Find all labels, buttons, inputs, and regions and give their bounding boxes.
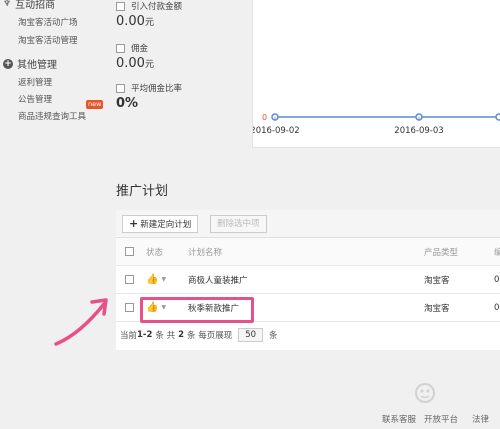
metric-payment-value: 0.00元 (116, 14, 154, 29)
table-row[interactable]: 👍 ▼ 商极人童装推广 淘宝客 0 (116, 266, 500, 294)
row-checkbox[interactable] (125, 275, 134, 284)
plus-icon: + (129, 217, 139, 230)
highlight-box (140, 297, 254, 323)
column-extra: 编 (494, 247, 500, 258)
delete-selected-button[interactable]: 删除选中项 (210, 215, 267, 233)
footer-link-open-platform[interactable]: 开放平台 (424, 413, 458, 425)
data-point (495, 113, 500, 121)
thumb-up-icon: 👍 (146, 274, 159, 285)
sidebar-item-violation-tool[interactable]: 商品违规查询工具 (18, 110, 86, 122)
x-tick-label: 2016-09-03 (394, 126, 443, 136)
new-plan-button[interactable]: + 新建定向计划 (122, 215, 199, 233)
row-checkbox[interactable] (125, 303, 134, 312)
section-title: 推广计划 (116, 184, 169, 199)
footer-link-legal[interactable]: 法律 (472, 413, 489, 425)
column-product-type: 产品类型 (424, 247, 459, 258)
plus-circle-icon: + (3, 58, 13, 69)
left-sidebar: ♆ 互动招商 淘宝客活动广场 淘宝客活动管理 + 其他管理 返利管理 公告管理 … (0, 0, 110, 140)
product-type: 淘宝客 (424, 303, 450, 314)
footer: 联系客服 开放平台 法律 (0, 408, 500, 429)
metric-rate-value: 0% (116, 96, 139, 111)
product-type: 淘宝客 (424, 275, 450, 286)
y-tick-label: 0 (262, 113, 267, 122)
sidebar-group-other[interactable]: + 其他管理 (3, 56, 57, 71)
column-plan-name: 计划名称 (188, 247, 223, 258)
sidebar-item-activity-square[interactable]: 淘宝客活动广场 (18, 16, 78, 28)
select-all-checkbox[interactable] (125, 247, 134, 256)
x-tick-label: 2016-09-02 (253, 126, 300, 136)
status-toggle[interactable]: 👍 ▼ (146, 266, 166, 293)
trophy-icon: ♆ (3, 0, 12, 9)
sidebar-item-activity-manage[interactable]: 淘宝客活动管理 (18, 34, 78, 46)
sidebar-item-rebate[interactable]: 返利管理 (18, 76, 52, 88)
sidebar-group-merchant[interactable]: ♆ 互动招商 (3, 0, 55, 11)
plan-name[interactable]: 商极人童装推广 (188, 266, 248, 293)
trend-chart: 0 2016-09-02 2016-09-03 (252, 0, 500, 148)
metric-commission-value: 0.00元 (116, 56, 154, 71)
metric-rate-checkbox[interactable] (116, 83, 125, 93)
footer-link-service[interactable]: 联系客服 (382, 413, 416, 425)
column-status: 状态 (146, 247, 164, 258)
page-range: 1-2 (137, 330, 153, 340)
pink-arrow-icon (54, 298, 108, 346)
total-count: 2 (178, 330, 184, 340)
new-badge: new (86, 100, 104, 109)
row-extra: 0 (494, 302, 500, 313)
metric-payment-label[interactable]: 引入付款金额 (116, 0, 182, 12)
metric-rate-label[interactable]: 平均佣金比率 (116, 82, 182, 94)
pagination: 当前 1-2 条 共 2 条 每页展现 50 条 (120, 328, 278, 342)
table-toolbar: + 新建定向计划 删除选中项 (116, 210, 500, 238)
trend-chart-svg: 0 2016-09-02 2016-09-03 (253, 113, 500, 136)
row-extra: 0 (494, 274, 500, 285)
table-header: 状态 计划名称 产品类型 编 (116, 238, 500, 266)
sidebar-item-notice[interactable]: 公告管理 (18, 93, 52, 105)
page-size-select[interactable]: 50 (238, 328, 264, 342)
plan-table: + 新建定向计划 删除选中项 状态 计划名称 产品类型 编 👍 ▼ 商极人童装推广 … (116, 210, 500, 350)
caret-down-icon: ▼ (161, 276, 167, 283)
baidu-watermark-icon (415, 383, 435, 403)
metric-payment-checkbox[interactable] (116, 1, 125, 11)
metric-commission-label[interactable]: 佣金 (116, 42, 148, 54)
metric-commission-checkbox[interactable] (116, 43, 125, 53)
